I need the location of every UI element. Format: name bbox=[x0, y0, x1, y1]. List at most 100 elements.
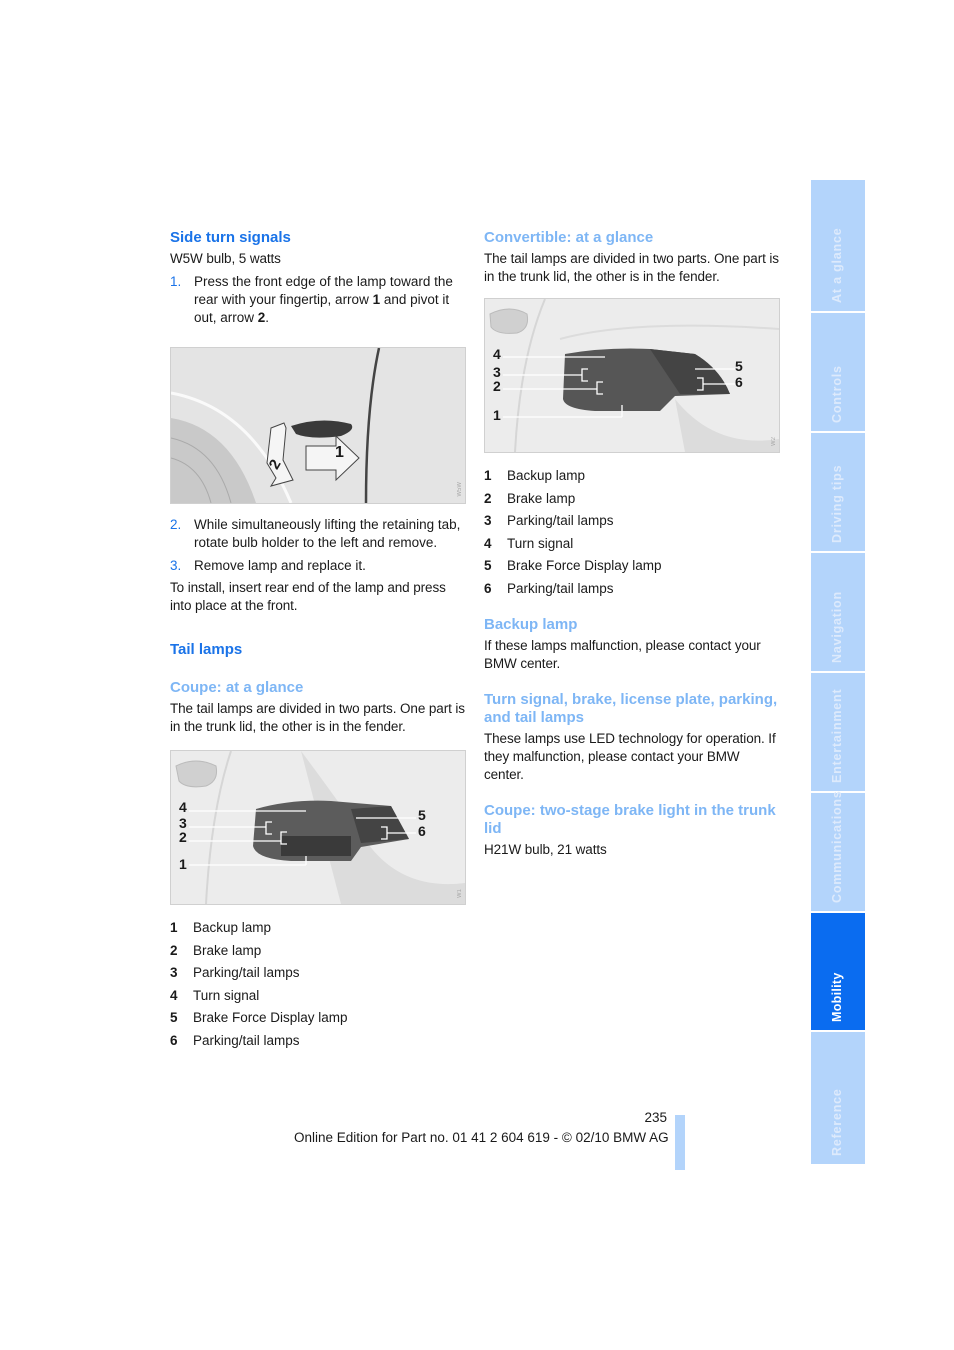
convertible-legend: 1 Backup lamp 2 Brake lamp 3 Parking/tail l… bbox=[484, 465, 780, 600]
legend-number: 4 bbox=[170, 987, 178, 1003]
tab-label: Navigation bbox=[830, 591, 844, 663]
figure-code: W2 bbox=[771, 437, 777, 446]
legend-number: 5 bbox=[484, 558, 492, 573]
figure-label-2: 2 bbox=[179, 829, 187, 845]
figure-code: W5W bbox=[457, 482, 463, 497]
heading-led-lamps: Turn signal, brake, license plate, parki… bbox=[484, 691, 778, 726]
arrow-ref-1: 1 bbox=[372, 292, 381, 307]
tab-entertainment[interactable]: Entertainment bbox=[811, 673, 865, 791]
legend-label: Parking/tail lamps bbox=[507, 513, 614, 528]
step-number: 1. bbox=[170, 274, 182, 289]
bulb-spec: W5W bulb, 5 watts bbox=[170, 251, 281, 266]
figure-label-6: 6 bbox=[418, 823, 426, 839]
tab-reference[interactable]: Reference bbox=[811, 1032, 865, 1164]
step-2: 2. While simultaneously lifting the reta… bbox=[170, 516, 466, 552]
led-lamps-text: These lamps use LED technology for opera… bbox=[484, 731, 776, 782]
figure-label-4: 4 bbox=[493, 346, 501, 362]
legend-label: Backup lamp bbox=[193, 920, 272, 935]
figure-label-2: 2 bbox=[493, 378, 501, 394]
legend-item: 6 Parking/tail lamps bbox=[170, 1030, 466, 1053]
legend-item: 3 Parking/tail lamps bbox=[170, 962, 466, 985]
coupe-legend: 1 Backup lamp 2 Brake lamp 3 Parking/tail l… bbox=[170, 917, 466, 1052]
step-number: 3. bbox=[170, 558, 182, 573]
heading-tail-lamps: Tail lamps bbox=[170, 641, 243, 658]
tab-navigation[interactable]: Navigation bbox=[811, 553, 865, 671]
legend-number: 1 bbox=[170, 920, 178, 935]
heading-coupe-at-a-glance: Coupe: at a glance bbox=[170, 679, 304, 696]
tab-label: Entertainment bbox=[830, 688, 844, 783]
step-3: 3. Remove lamp and replace it. bbox=[170, 557, 466, 575]
legend-label: Brake Force Display lamp bbox=[507, 558, 662, 573]
backup-lamp-text: If these lamps malfunction, please conta… bbox=[484, 638, 761, 671]
tab-label: Communications bbox=[830, 790, 844, 903]
legend-number: 3 bbox=[170, 965, 178, 980]
legend-item: 6 Parking/tail lamps bbox=[484, 578, 780, 601]
coupe-tail-lamp-figure: 4 3 2 1 5 6 W1 bbox=[170, 750, 466, 905]
figure-label-6: 6 bbox=[735, 374, 743, 390]
figure-label-1: 1 bbox=[493, 407, 501, 423]
legend-number: 6 bbox=[484, 580, 492, 596]
page-number: 235 bbox=[644, 1110, 667, 1125]
figure-label-4: 4 bbox=[179, 799, 187, 815]
tab-label: Controls bbox=[830, 365, 844, 423]
legend-label: Brake lamp bbox=[193, 942, 262, 958]
legend-number: 6 bbox=[170, 1032, 178, 1048]
tab-label: Reference bbox=[830, 1088, 844, 1156]
edition-notice: Online Edition for Part no. 01 41 2 604 … bbox=[294, 1130, 669, 1145]
legend-label: Parking/tail lamps bbox=[193, 1032, 300, 1048]
chapter-tabs: At a glance Controls Driving tips Naviga… bbox=[811, 180, 865, 1166]
legend-number: 1 bbox=[484, 468, 492, 483]
legend-label: Brake Force Display lamp bbox=[193, 1010, 348, 1025]
legend-number: 5 bbox=[170, 1010, 178, 1025]
legend-label: Parking/tail lamps bbox=[507, 580, 614, 596]
legend-number: 4 bbox=[484, 535, 492, 551]
figure-label-1: 1 bbox=[179, 856, 187, 872]
tab-communications[interactable]: Communications bbox=[811, 790, 865, 911]
legend-label: Turn signal bbox=[193, 987, 260, 1003]
legend-item: 1 Backup lamp bbox=[484, 465, 780, 488]
tab-label: At a glance bbox=[830, 227, 844, 304]
left-column: Side turn signals W5W bulb, 5 watts 1. P… bbox=[170, 229, 466, 1052]
step-text-c: . bbox=[265, 310, 270, 325]
tab-mobility[interactable]: Mobility bbox=[811, 913, 865, 1030]
legend-item: 5 Brake Force Display lamp bbox=[170, 1007, 466, 1030]
tab-at-a-glance[interactable]: At a glance bbox=[811, 180, 865, 311]
right-column: Convertible: at a glance The tail lamps … bbox=[484, 229, 780, 859]
coupe-description: The tail lamps are divided in two parts.… bbox=[170, 701, 465, 734]
legend-number: 2 bbox=[484, 490, 492, 506]
step-1: 1. Press the front edge of the lamp towa… bbox=[170, 273, 466, 327]
legend-label: Turn signal bbox=[507, 535, 574, 551]
figure-code: W1 bbox=[457, 889, 463, 898]
step-text: Remove lamp and replace it. bbox=[194, 558, 366, 573]
convertible-tail-lamp-figure: 4 3 2 1 5 6 W2 bbox=[484, 298, 780, 453]
step-text: Press the front edge of the lamp toward … bbox=[194, 273, 466, 327]
legend-label: Brake lamp bbox=[507, 490, 576, 506]
legend-item: 1 Backup lamp bbox=[170, 917, 466, 940]
figure-label-1: 1 bbox=[335, 444, 344, 461]
step-number: 2. bbox=[170, 517, 182, 532]
legend-item: 2 Brake lamp bbox=[484, 488, 780, 511]
tab-label: Driving tips bbox=[830, 464, 844, 543]
legend-label: Backup lamp bbox=[507, 468, 586, 483]
heading-backup-lamp: Backup lamp bbox=[484, 616, 578, 633]
legend-number: 2 bbox=[170, 942, 178, 958]
legend-label: Parking/tail lamps bbox=[193, 965, 300, 980]
figure-label-5: 5 bbox=[418, 807, 426, 823]
legend-item: 5 Brake Force Display lamp bbox=[484, 555, 780, 578]
side-turn-signal-figure: 1 2 W5W bbox=[170, 347, 466, 504]
tab-controls[interactable]: Controls bbox=[811, 313, 865, 431]
tab-label: Mobility bbox=[830, 972, 844, 1022]
brake-light-bulb-spec: H21W bulb, 21 watts bbox=[484, 842, 607, 857]
page-marker-bar bbox=[675, 1115, 685, 1170]
legend-item: 4 Turn signal bbox=[170, 985, 466, 1008]
legend-item: 4 Turn signal bbox=[484, 533, 780, 556]
legend-number: 3 bbox=[484, 513, 492, 528]
step-text: While simultaneously lifting the retaini… bbox=[194, 517, 461, 550]
heading-two-stage-brake-light: Coupe: two-stage brake light in the trun… bbox=[484, 802, 776, 837]
tab-driving-tips[interactable]: Driving tips bbox=[811, 433, 865, 551]
legend-item: 2 Brake lamp bbox=[170, 940, 466, 963]
heading-side-turn-signals: Side turn signals bbox=[170, 229, 291, 246]
legend-item: 3 Parking/tail lamps bbox=[484, 510, 780, 533]
figure-label-5: 5 bbox=[735, 358, 743, 374]
install-instructions: To install, insert rear end of the lamp … bbox=[170, 580, 446, 613]
